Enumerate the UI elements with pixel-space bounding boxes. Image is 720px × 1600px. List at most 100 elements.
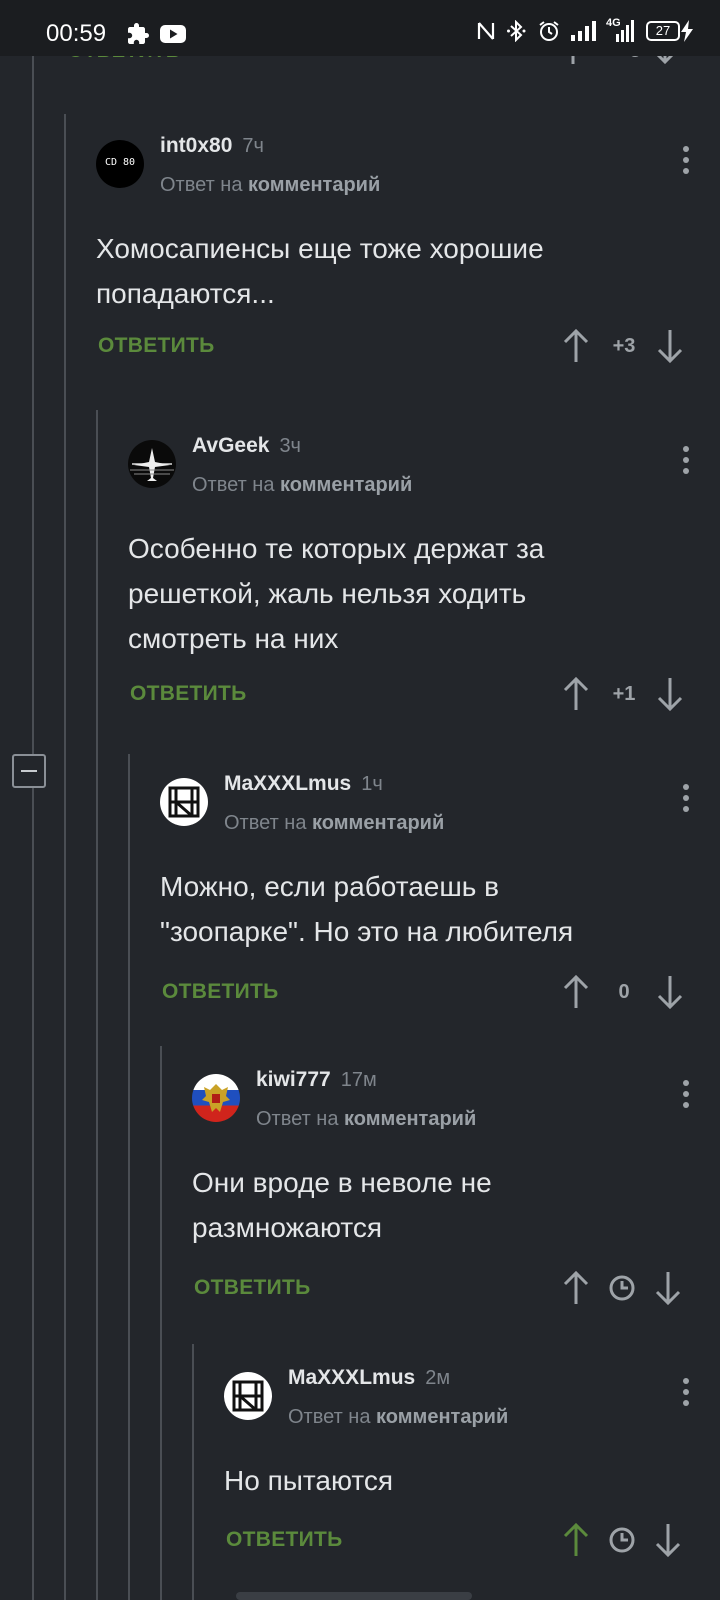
- author-name[interactable]: AvGeek: [192, 434, 269, 457]
- comment-text-line: размножаются: [192, 1212, 382, 1243]
- reply-to-line: Ответ на комментарий: [160, 174, 380, 197]
- comment-text-line: решеткой, жаль нельзя ходить: [128, 578, 527, 609]
- bluetooth-icon: [507, 20, 526, 42]
- upvote-icon[interactable]: [556, 1520, 596, 1560]
- reply-to-link[interactable]: комментарий: [312, 812, 444, 834]
- reply-to-prefix: Ответ на: [288, 1406, 371, 1428]
- reply-to-line: Ответ на комментарий: [288, 1406, 508, 1429]
- status-bar: 00:59 4G 27: [0, 0, 720, 56]
- author-line: int0x80 7ч: [160, 134, 264, 158]
- youtube-icon: [160, 25, 186, 43]
- more-options-icon[interactable]: [682, 1378, 690, 1410]
- avatar[interactable]: [224, 1372, 272, 1420]
- comment-actions: ОТВЕТИТЬ: [192, 1268, 720, 1308]
- upvote-icon[interactable]: [556, 674, 596, 714]
- home-indicator[interactable]: [236, 1592, 472, 1600]
- more-options-icon[interactable]: [682, 146, 690, 178]
- status-time: 00:59: [46, 20, 107, 47]
- reply-button[interactable]: ОТВЕТИТЬ: [130, 674, 247, 714]
- downvote-icon[interactable]: [648, 1520, 688, 1560]
- reply-to-link[interactable]: комментарий: [280, 474, 412, 496]
- comment-time: 2м: [425, 1367, 451, 1389]
- comment-text-line: попадаются...: [96, 278, 275, 309]
- reply-button[interactable]: ОТВЕТИТЬ: [226, 1520, 343, 1560]
- downvote-icon[interactable]: [650, 972, 690, 1012]
- comment-text-line: Хомосапиенсы еще тоже хорошие: [96, 233, 544, 264]
- reply-to-line: Ответ на комментарий: [224, 812, 444, 835]
- avatar-label: CD 80: [104, 157, 136, 168]
- score: 0: [618, 981, 630, 1003]
- reply-to-link[interactable]: комментарий: [376, 1406, 508, 1428]
- author-line: kiwi777 17м: [256, 1068, 377, 1092]
- comment-actions: ОТВЕТИТЬ 0: [160, 972, 720, 1012]
- downvote-icon[interactable]: [648, 1268, 688, 1308]
- thread-line-level-4[interactable]: [128, 754, 130, 1600]
- reply-to-link[interactable]: комментарий: [248, 174, 380, 196]
- comment-time: 17м: [340, 1069, 377, 1091]
- downvote-icon[interactable]: [650, 674, 690, 714]
- comment-actions: ОТВЕТИТЬ +1: [128, 674, 720, 714]
- author-name[interactable]: kiwi777: [256, 1068, 331, 1091]
- 4g-signal-icon: 4G: [606, 17, 636, 42]
- reply-to-line: Ответ на комментарий: [192, 474, 412, 497]
- reply-button[interactable]: ОТВЕТИТЬ: [194, 1268, 311, 1308]
- author-name[interactable]: MaXXXLmus: [288, 1366, 415, 1389]
- thread-line-level-5[interactable]: [160, 1046, 162, 1600]
- reply-to-line: Ответ на комментарий: [256, 1108, 476, 1131]
- comment-time: 1ч: [361, 773, 383, 795]
- clock-icon: [609, 1275, 635, 1301]
- score: +1: [612, 683, 636, 705]
- comment-text: Можно, если работаешь в "зоопарке". Но э…: [160, 864, 573, 954]
- rammstein-logo-icon: [168, 786, 200, 818]
- comment-time: 7ч: [242, 135, 264, 157]
- comment-text: Особенно те которых держат за решеткой, …: [128, 526, 544, 661]
- more-options-icon[interactable]: [682, 446, 690, 478]
- nfc-icon: [477, 22, 495, 40]
- comment-actions: ОТВЕТИТЬ: [224, 1520, 720, 1560]
- comment-time: 3ч: [279, 435, 301, 457]
- upvote-icon[interactable]: [556, 326, 596, 366]
- thread-line-level-6[interactable]: [192, 1344, 194, 1600]
- charging-icon: [681, 20, 693, 42]
- more-options-icon[interactable]: [682, 1080, 690, 1112]
- reply-to-prefix: Ответ на: [256, 1108, 339, 1130]
- comment-text-line: Но пытаются: [224, 1465, 393, 1496]
- rammstein-logo-icon: [232, 1380, 264, 1412]
- signal-icon: [571, 21, 596, 41]
- comment-text: Они вроде в неволе не размножаются: [192, 1160, 492, 1250]
- comment-text: Но пытаются: [224, 1458, 393, 1503]
- avatar[interactable]: CD 80: [96, 140, 144, 188]
- airplane-icon: [130, 448, 174, 481]
- author-name[interactable]: MaXXXLmus: [224, 772, 351, 795]
- thread-line-level-1[interactable]: [32, 56, 34, 1600]
- collapse-thread-button[interactable]: [12, 754, 46, 788]
- reply-button[interactable]: ОТВЕТИТЬ: [162, 972, 279, 1012]
- reply-button[interactable]: ОТВЕТИТЬ: [98, 326, 215, 366]
- thread-line-level-2[interactable]: [64, 114, 66, 1600]
- reply-to-link[interactable]: комментарий: [344, 1108, 476, 1130]
- upvote-icon[interactable]: [556, 972, 596, 1012]
- coat-of-arms-icon: [202, 1084, 230, 1112]
- comment-text-line: Можно, если работаешь в: [160, 871, 500, 902]
- author-name[interactable]: int0x80: [160, 134, 232, 157]
- comment-text-line: "зоопарке". Но это на любителя: [160, 916, 574, 947]
- more-options-icon[interactable]: [682, 784, 690, 816]
- puzzle-icon: [128, 23, 149, 44]
- clock-icon: [609, 1527, 635, 1553]
- avatar[interactable]: [160, 778, 208, 826]
- comment-text: Хомосапиенсы еще тоже хорошие попадаются…: [96, 226, 544, 316]
- upvote-icon[interactable]: [556, 1268, 596, 1308]
- downvote-icon[interactable]: [650, 326, 690, 366]
- author-line: MaXXXLmus 2м: [288, 1366, 450, 1390]
- avatar[interactable]: [192, 1074, 240, 1122]
- reply-to-prefix: Ответ на: [192, 474, 275, 496]
- comment-text-line: смотреть на них: [128, 623, 339, 654]
- author-line: MaXXXLmus 1ч: [224, 772, 383, 796]
- battery-icon: 27: [646, 20, 694, 42]
- avatar[interactable]: [128, 440, 176, 488]
- alarm-icon: [539, 21, 559, 41]
- battery-level: 27: [646, 21, 680, 41]
- comment-text-line: Особенно те которых держат за: [128, 533, 545, 564]
- reply-to-prefix: Ответ на: [160, 174, 243, 196]
- thread-line-level-3[interactable]: [96, 410, 98, 1600]
